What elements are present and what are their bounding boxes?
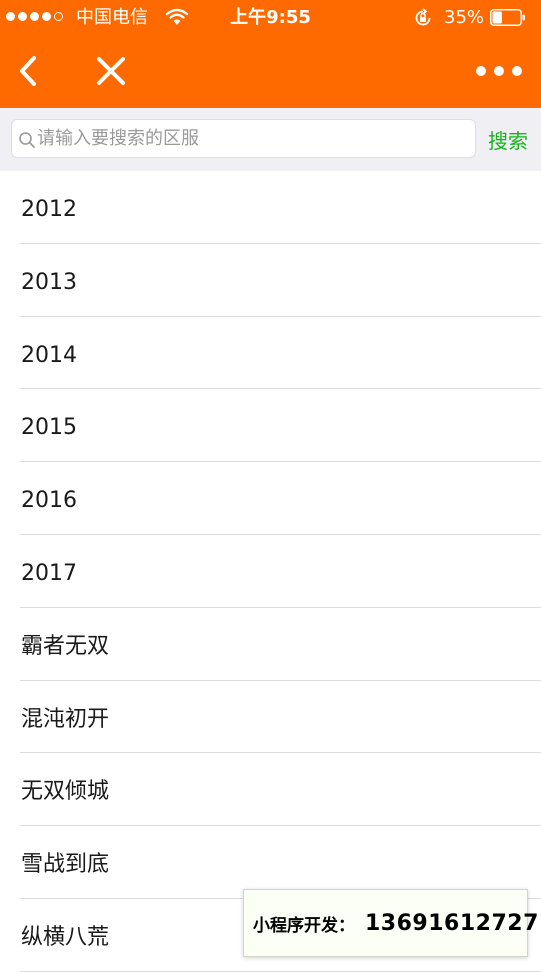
more-dot-icon (512, 66, 522, 76)
server-list: 2012 2013 2014 2015 2016 2017 霸者无双混沌初开无双倾城雪战到底… (0, 171, 541, 972)
server-list-item[interactable]: 2013 (20, 244, 541, 317)
server-name: 2016 (21, 488, 77, 514)
server-name: 纵横八荒 (21, 924, 110, 950)
orientation-lock-icon (415, 8, 431, 26)
server-list-item[interactable]: 2014 (20, 317, 541, 390)
server-list-item[interactable]: 混沌初开 (20, 681, 541, 754)
server-name: 2015 (21, 415, 77, 441)
server-name: 混沌初开 (21, 706, 110, 732)
server-list-item[interactable]: 无双倾城 (20, 753, 541, 827)
server-name: 无双倾城 (21, 779, 110, 805)
more-dot-icon (476, 66, 486, 76)
search-icon (19, 132, 35, 148)
more-options-button[interactable] (476, 58, 522, 84)
banner-phone: 13691612727 (365, 910, 539, 936)
server-list-item[interactable]: 2015 (20, 389, 541, 463)
search-bar: 搜索 (0, 108, 541, 171)
banner-label: 小程序开发： (253, 915, 355, 936)
close-button[interactable] (92, 52, 130, 90)
top-bar: 中国电信 上午9:55 35% (0, 0, 541, 108)
more-dot-icon (494, 66, 504, 76)
server-name: 雪战到底 (21, 852, 110, 878)
server-list-item[interactable]: 霸者无双 (20, 608, 541, 681)
back-button[interactable] (12, 50, 44, 92)
server-list-item[interactable]: 2012 (20, 171, 541, 244)
server-name: 2017 (21, 560, 77, 586)
server-name: 2012 (21, 197, 77, 222)
battery-icon (490, 9, 525, 26)
server-list-item[interactable]: 2016 (20, 462, 541, 535)
server-name: 2014 (21, 342, 77, 368)
search-input[interactable] (37, 120, 467, 157)
server-name: 霸者无双 (21, 633, 110, 659)
status-bar: 中国电信 上午9:55 35% (0, 0, 541, 36)
battery-percent: 35% (444, 7, 485, 28)
search-button[interactable]: 搜索 (488, 127, 536, 155)
search-box[interactable] (11, 119, 476, 158)
nav-bar (0, 36, 541, 108)
server-name: 2013 (21, 269, 77, 295)
server-list-item[interactable]: 2017 (20, 535, 541, 608)
developer-contact-banner: 小程序开发： 13691612727 (243, 889, 538, 957)
